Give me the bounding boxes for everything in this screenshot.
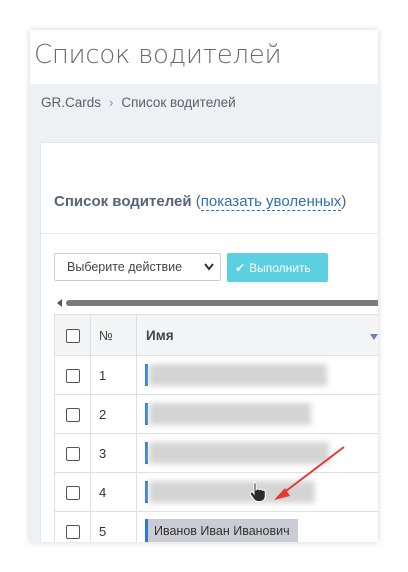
annotation-arrow-line — [281, 446, 345, 495]
hand-cursor-icon — [249, 481, 266, 502]
annotation-arrow — [274, 446, 345, 500]
